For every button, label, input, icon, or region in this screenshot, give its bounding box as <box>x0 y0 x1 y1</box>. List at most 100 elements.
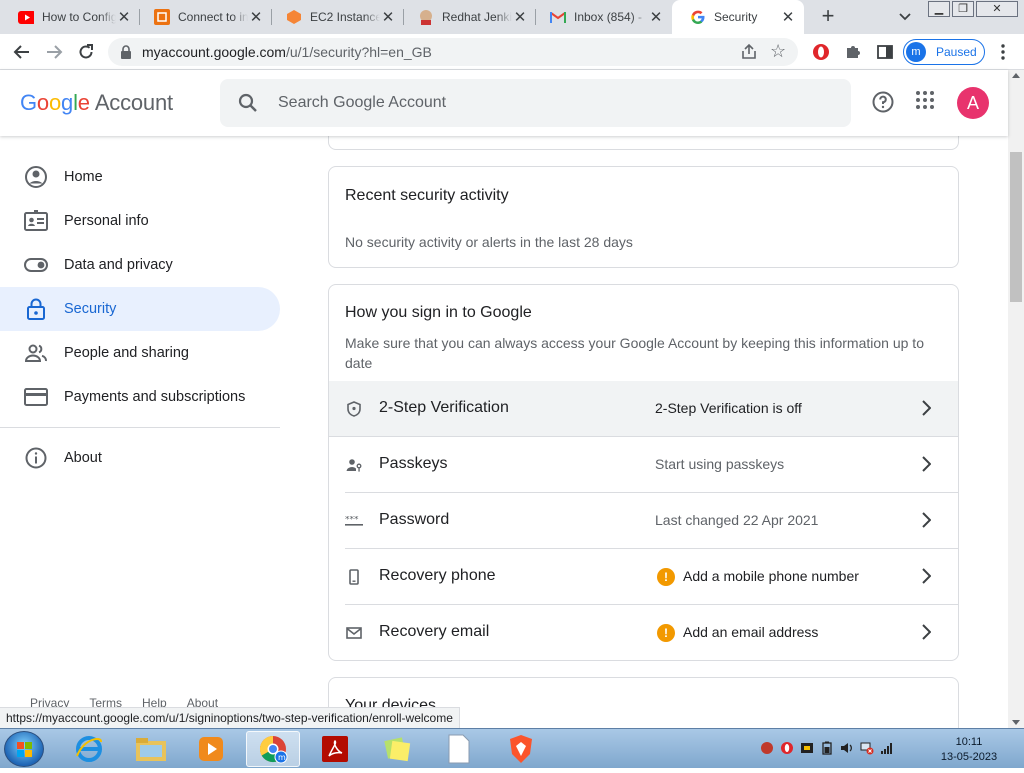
chrome-taskbar-icon[interactable]: m <box>246 731 300 767</box>
opera-tray-icon[interactable] <box>780 741 794 755</box>
row-2-step-verification[interactable]: 2-Step Verification 2-Step Verification … <box>329 381 958 437</box>
sidebar-item-payments[interactable]: Payments and subscriptions <box>0 375 280 419</box>
lock-icon[interactable] <box>120 45 132 64</box>
close-tab-icon[interactable]: ✕ <box>380 8 396 26</box>
brave-browser-icon[interactable] <box>494 731 548 767</box>
back-arrow-icon[interactable] <box>12 42 32 62</box>
search-box[interactable] <box>220 79 851 127</box>
search-input[interactable] <box>276 79 836 127</box>
account-avatar[interactable]: A <box>957 87 989 119</box>
side-panel-icon[interactable] <box>875 42 895 62</box>
tab-connect-instance[interactable]: Connect to instance ✕ <box>136 0 272 34</box>
link-status-url: https://myaccount.google.com/u/1/signino… <box>0 707 460 728</box>
row-password[interactable]: *** Password Last changed 22 Apr 2021 <box>329 493 958 549</box>
scroll-down-arrow-icon[interactable] <box>1012 720 1020 725</box>
file-explorer-icon[interactable] <box>124 731 178 767</box>
close-tab-icon[interactable]: ✕ <box>248 8 264 26</box>
recent-activity-title: Recent security activity <box>345 187 509 204</box>
sidebar-item-security[interactable]: Security <box>0 287 280 331</box>
aws-icon <box>154 9 170 25</box>
forward-arrow-icon[interactable] <box>44 42 64 62</box>
reload-icon[interactable] <box>76 42 96 62</box>
sidebar-item-people-sharing[interactable]: People and sharing <box>0 331 280 375</box>
scrollbar-thumb[interactable] <box>1010 152 1022 302</box>
help-icon[interactable] <box>872 91 894 118</box>
tab-jenkins[interactable]: Redhat Jenkins ✕ <box>400 0 536 34</box>
row-recovery-phone[interactable]: Recovery phone ! Add a mobile phone numb… <box>329 549 958 605</box>
shield-icon <box>345 400 363 418</box>
chevron-right-icon <box>921 400 932 421</box>
restore-button[interactable]: ❐ <box>952 1 974 17</box>
address-bar[interactable]: myaccount.google.com/u/1/security?hl=en_… <box>108 38 798 66</box>
chevron-right-icon <box>921 456 932 477</box>
url-host: myaccount.google.com <box>142 44 286 60</box>
tray-app-icon[interactable] <box>760 741 774 755</box>
minimize-button[interactable]: ▁ <box>928 1 950 17</box>
tab-search-chevron-icon[interactable] <box>896 8 914 26</box>
chrome-menu-icon[interactable] <box>993 42 1013 62</box>
new-tab-button[interactable]: + <box>816 5 840 29</box>
taskbar-clock[interactable]: 10:11 13-05-2023 <box>930 735 1008 765</box>
opera-extension-icon[interactable] <box>811 42 831 62</box>
gmail-icon <box>550 9 566 25</box>
sign-in-card: How you sign in to Google Make sure that… <box>328 284 959 661</box>
share-icon[interactable] <box>740 43 758 66</box>
network-error-icon[interactable] <box>860 741 874 755</box>
google-account-logo[interactable]: Google Account <box>20 90 173 116</box>
chevron-right-icon <box>921 512 932 533</box>
media-player-icon[interactable] <box>184 731 238 767</box>
google-account-header: GoogleAccount A <box>0 70 1008 136</box>
tab-gmail[interactable]: Inbox (854) - ✕ <box>532 0 672 34</box>
scroll-up-arrow-icon[interactable] <box>1012 73 1020 78</box>
google-icon <box>690 9 706 25</box>
battery-icon[interactable] <box>820 741 834 755</box>
clock-date: 13-05-2023 <box>940 751 998 763</box>
start-button[interactable] <box>4 731 44 767</box>
mail-icon <box>345 624 363 642</box>
row-recovery-email[interactable]: Recovery email ! Add an email address <box>329 605 958 660</box>
sidebar-item-about[interactable]: About <box>0 436 280 480</box>
close-tab-icon[interactable]: ✕ <box>512 8 528 26</box>
bookmark-star-icon[interactable]: ☆ <box>770 41 786 62</box>
jenkins-icon <box>418 9 434 25</box>
info-icon <box>24 446 48 470</box>
search-icon[interactable] <box>238 93 258 118</box>
sidebar-item-personal-info[interactable]: Personal info <box>0 199 280 243</box>
tab-security[interactable]: Security ✕ <box>672 0 804 34</box>
apps-grid-icon[interactable] <box>916 91 934 114</box>
tray-utility-icon[interactable] <box>800 741 814 755</box>
recent-activity-text: No security activity or alerts in the la… <box>345 234 633 250</box>
extensions-puzzle-icon[interactable] <box>843 42 863 62</box>
sidebar-item-label: Data and privacy <box>64 257 173 273</box>
sidebar-item-label: Security <box>64 301 117 317</box>
internet-explorer-icon[interactable] <box>62 731 116 767</box>
blank-document-icon[interactable] <box>432 731 486 767</box>
lock-icon <box>24 297 48 321</box>
acrobat-icon[interactable] <box>308 731 362 767</box>
sign-in-title: How you sign in to Google <box>345 304 532 321</box>
signal-bars-icon[interactable] <box>880 741 894 755</box>
sidebar-divider <box>0 427 280 428</box>
sign-in-subtitle: Make sure that you can always access you… <box>345 335 924 371</box>
close-tab-icon[interactable]: ✕ <box>116 8 132 26</box>
close-window-button[interactable]: ✕ <box>976 1 1018 17</box>
sidebar-item-label: About <box>64 450 102 466</box>
profile-avatar: m <box>906 42 926 62</box>
tab-ec2-instance[interactable]: EC2 Instance ✕ <box>268 0 404 34</box>
volume-icon[interactable] <box>840 741 854 755</box>
chevron-right-icon <box>921 568 932 589</box>
sidebar-item-home[interactable]: Home <box>0 155 280 199</box>
sidebar-item-label: Payments and subscriptions <box>64 389 246 405</box>
close-tab-icon[interactable]: ✕ <box>648 8 664 26</box>
sidebar-item-data-privacy[interactable]: Data and privacy <box>0 243 280 287</box>
row-passkeys[interactable]: Passkeys Start using passkeys <box>329 437 958 493</box>
profile-status: Paused <box>936 45 977 59</box>
close-tab-icon[interactable]: ✕ <box>780 8 796 26</box>
recent-security-activity-card[interactable]: Recent security activity No security act… <box>328 166 959 268</box>
profile-paused-button[interactable]: m Paused <box>903 39 985 65</box>
page-scrollbar[interactable] <box>1008 70 1024 728</box>
chevron-right-icon <box>921 624 932 645</box>
sidebar-item-label: Personal info <box>64 213 149 229</box>
tab-youtube[interactable]: How to Configure ✕ <box>0 0 140 34</box>
sticky-notes-icon[interactable] <box>370 731 424 767</box>
